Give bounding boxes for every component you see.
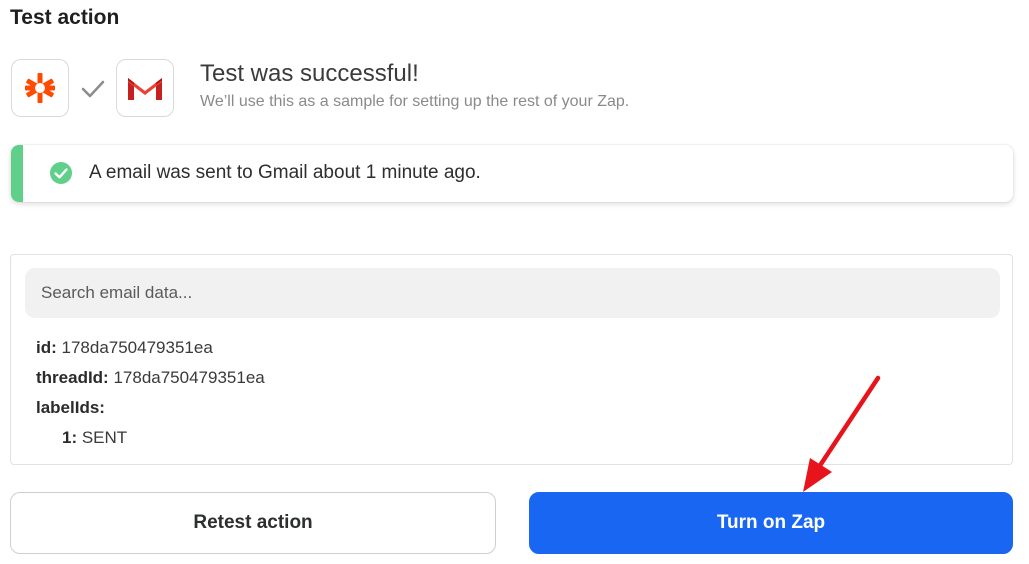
success-alert: A email was sent to Gmail about 1 minute… [11, 145, 1013, 202]
alert-message: A email was sent to Gmail about 1 minute… [89, 162, 481, 183]
gmail-app-icon [116, 59, 174, 117]
field-key: labelIds: [36, 398, 105, 417]
checkmark-icon [78, 74, 108, 104]
section-title: Test action [10, 6, 120, 29]
test-action-panel: Test action Test was successful! We’ll u… [0, 0, 1029, 564]
data-field-label-ids: labelIds: [36, 398, 105, 418]
zapier-app-icon [11, 59, 69, 117]
search-email-data-input[interactable] [25, 268, 1000, 318]
turn-on-zap-button[interactable]: Turn on Zap [529, 492, 1013, 554]
field-key: threadId: [36, 368, 109, 387]
field-key: 1: [62, 428, 78, 447]
field-key: id: [36, 338, 57, 357]
data-field-id: id: 178da750479351ea [36, 338, 213, 358]
success-subtitle: We’ll use this as a sample for setting u… [200, 93, 630, 110]
zapier-asterisk-icon [25, 73, 55, 103]
email-data-panel: id: 178da750479351ea threadId: 178da7504… [10, 254, 1013, 465]
data-field-label-ids-1: 1: SENT [62, 428, 127, 448]
success-check-circle-icon [50, 162, 72, 184]
gmail-icon [127, 76, 163, 101]
field-value: 178da750479351ea [56, 338, 213, 357]
alert-accent-bar [11, 145, 23, 202]
field-value: 178da750479351ea [108, 368, 265, 387]
retest-action-button[interactable]: Retest action [10, 492, 496, 554]
success-title: Test was successful! [200, 60, 419, 87]
field-value: SENT [77, 428, 128, 447]
data-field-thread-id: threadId: 178da750479351ea [36, 368, 265, 388]
